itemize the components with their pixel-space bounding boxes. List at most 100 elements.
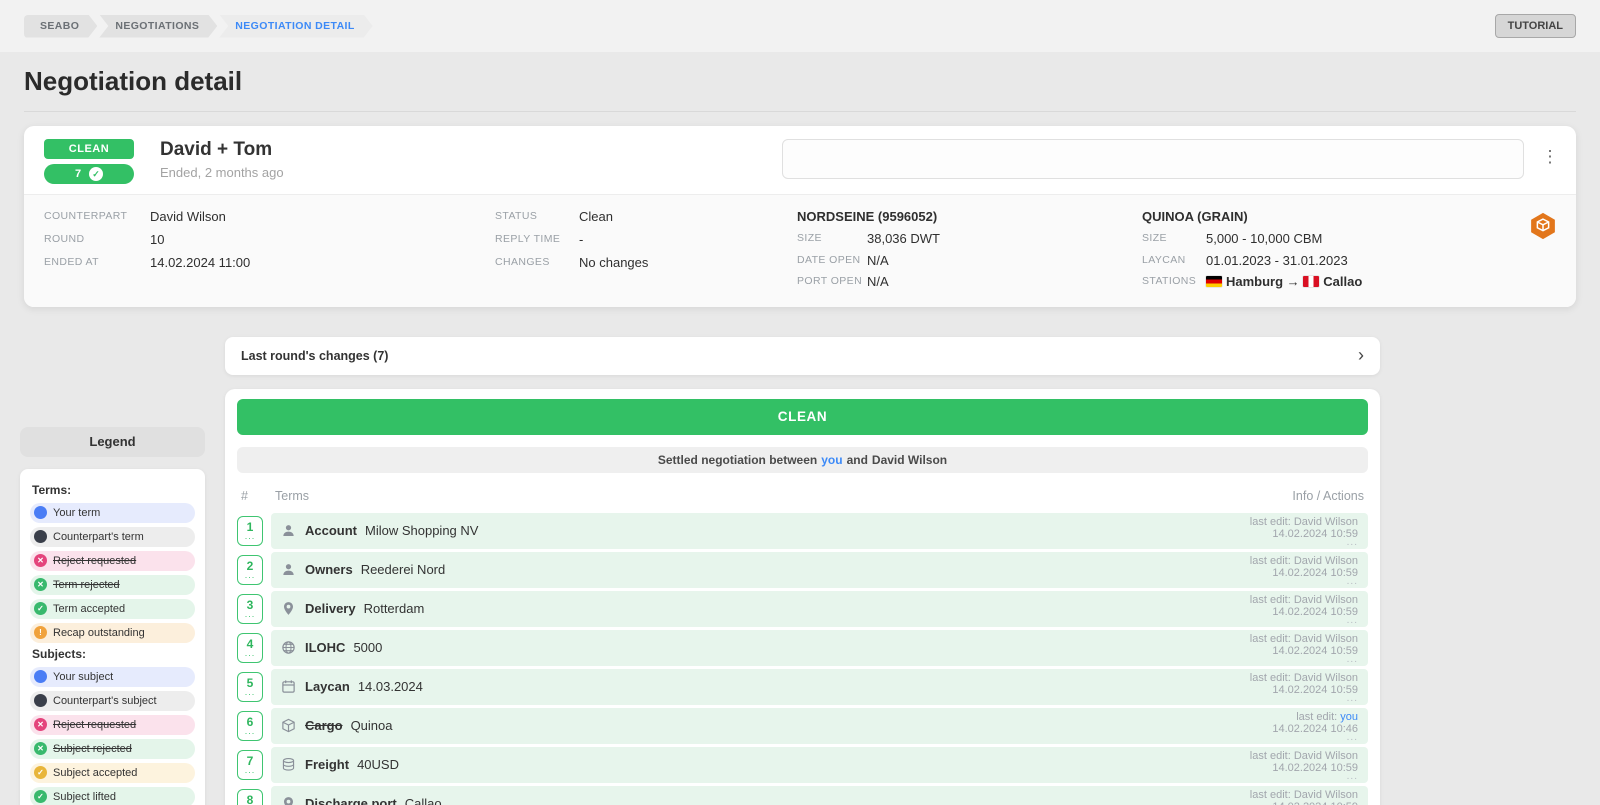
term-number-button[interactable]: 4... — [237, 633, 263, 663]
legend-rejected-icon: ✕ — [34, 742, 47, 755]
term-number-button[interactable]: 1... — [237, 516, 263, 546]
table-row[interactable]: 4... ILOHC5000last edit: David Wilson14.0… — [237, 630, 1368, 666]
detail-label: DATE OPEN — [797, 250, 867, 272]
negotiation-main-column: Last round's changes (7) › CLEAN Settled… — [225, 337, 1380, 805]
legend-item-label: Term rejected — [53, 579, 120, 591]
term-name: Delivery — [305, 601, 356, 616]
edit-author: David Wilson — [1294, 789, 1358, 801]
kebab-menu-icon[interactable]: ⋮ — [1540, 147, 1560, 167]
breadcrumb-item-seabo[interactable]: SEABO — [24, 15, 97, 38]
term-number-dots: ... — [245, 533, 256, 540]
edit-author-line: last edit: David Wilson — [1250, 516, 1358, 528]
term-number-button[interactable]: 3... — [237, 594, 263, 624]
detail-row: DATE OPENN/A — [797, 250, 1132, 272]
legend-item: !Recap outstanding — [30, 623, 195, 643]
row-actions-dots[interactable]: ... — [1250, 774, 1358, 780]
row-actions-dots[interactable]: ... — [1250, 657, 1358, 663]
detail-value: N/A — [867, 250, 889, 272]
tutorial-button[interactable]: TUTORIAL — [1495, 14, 1576, 38]
detail-value: 38,036 DWT — [867, 228, 940, 250]
row-actions-dots[interactable]: ... — [1250, 579, 1358, 585]
legend-item: ✓Term accepted — [30, 599, 195, 619]
detail-label: SIZE — [797, 228, 867, 250]
top-bar: SEABONEGOTIATIONSNEGOTIATION DETAIL TUTO… — [0, 0, 1600, 52]
chevron-right-icon[interactable]: › — [1358, 345, 1364, 366]
legend-item: Your term — [30, 503, 195, 523]
term-number-dots: ... — [245, 728, 256, 735]
last-round-changes-bar[interactable]: Last round's changes (7) › — [225, 337, 1380, 375]
edit-timestamp: 14.02.2024 10:59 — [1250, 528, 1358, 540]
term-number-button[interactable]: 7... — [237, 750, 263, 780]
legend-item-label: Counterpart's subject — [53, 695, 157, 707]
table-row[interactable]: 8... Discharge portCallaolast edit: David… — [237, 786, 1368, 805]
legend-item-label: Counterpart's term — [53, 531, 144, 543]
terms-table-header: # Terms Info / Actions — [241, 489, 1364, 503]
term-value: 14.03.2024 — [358, 679, 423, 694]
detail-value: - — [579, 228, 583, 251]
term-number-button[interactable]: 6... — [237, 711, 263, 741]
term-row-body[interactable]: DeliveryRotterdamlast edit: David Wilson… — [271, 591, 1368, 627]
table-row[interactable]: 5...Laycan14.03.2024last edit: David Wil… — [237, 669, 1368, 705]
detail-row: CHANGESNo changes — [495, 251, 787, 274]
row-actions-dots[interactable]: ... — [1250, 696, 1358, 702]
vessel-details: NORDSEINE (9596052) SIZE38,036 DWTDATE O… — [797, 205, 1132, 293]
column-info-actions: Info / Actions — [1292, 489, 1364, 503]
status-details: STATUSCleanREPLY TIME-CHANGESNo changes — [495, 205, 787, 293]
term-row-body[interactable]: CargoQuinoalast edit: you14.02.2024 10:4… — [271, 708, 1368, 744]
table-row[interactable]: 7... Freight40USDlast edit: David Wilson1… — [237, 747, 1368, 783]
box-icon — [281, 718, 297, 734]
negotiation-summary-card: CLEAN 7 ✓ David + Tom Ended, 2 months ag… — [24, 126, 1576, 307]
legend-reject-requested-icon: ✕ — [34, 554, 47, 567]
term-name: Discharge port — [305, 796, 397, 805]
legend-sidebar: Legend Terms:Your termCounterpart's term… — [20, 427, 205, 805]
term-number-button[interactable]: 5... — [237, 672, 263, 702]
legend-your-icon — [34, 670, 47, 683]
term-row-body[interactable]: ILOHC5000last edit: David Wilson14.02.20… — [271, 630, 1368, 666]
term-number-button[interactable]: 2... — [237, 555, 263, 585]
coins-icon — [281, 757, 297, 773]
legend-item-label: Your subject — [53, 671, 113, 683]
legend-item-label: Recap outstanding — [53, 627, 145, 639]
detail-row: SIZE38,036 DWT — [797, 228, 1132, 250]
vessel-title: NORDSEINE (9596052) — [797, 205, 1132, 228]
legend-subject-accepted-icon: ✓ — [34, 766, 47, 779]
person-icon — [281, 523, 297, 539]
row-actions-dots[interactable]: ... — [1272, 735, 1358, 741]
edit-author: David Wilson — [1294, 633, 1358, 645]
table-row[interactable]: 3... DeliveryRotterdamlast edit: David Wi… — [237, 591, 1368, 627]
table-row[interactable]: 2... OwnersReederei Nordlast edit: David … — [237, 552, 1368, 588]
edit-author: David Wilson — [1294, 516, 1358, 528]
detail-value: No changes — [579, 251, 648, 274]
legend-item: ✕Term rejected — [30, 575, 195, 595]
detail-row: STATIONSHamburg → Callao — [1142, 271, 1560, 293]
detail-label: STATUS — [495, 205, 579, 228]
detail-label: PORT OPEN — [797, 271, 867, 293]
row-actions-dots[interactable]: ... — [1250, 618, 1358, 624]
terms-rows: 1... AccountMilow Shopping NVlast edit: D… — [237, 513, 1368, 805]
term-row-body[interactable]: AccountMilow Shopping NVlast edit: David… — [271, 513, 1368, 549]
term-number-button[interactable]: 8... — [237, 789, 263, 805]
edit-author-line: last edit: David Wilson — [1250, 672, 1358, 684]
legend-counterpart-icon — [34, 694, 47, 707]
legend-item: ✓Subject lifted — [30, 787, 195, 805]
table-row[interactable]: 1... AccountMilow Shopping NVlast edit: D… — [237, 513, 1368, 549]
flag-pe-icon — [1303, 276, 1319, 287]
term-row-body[interactable]: Laycan14.03.2024last edit: David Wilson1… — [271, 669, 1368, 705]
breadcrumb: SEABONEGOTIATIONSNEGOTIATION DETAIL — [24, 15, 375, 38]
comment-input[interactable] — [782, 139, 1524, 179]
breadcrumb-item-negotiations[interactable]: NEGOTIATIONS — [99, 15, 217, 38]
clean-status-banner: CLEAN — [237, 399, 1368, 435]
row-actions-dots[interactable]: ... — [1250, 540, 1358, 546]
term-edit-info: last edit: David Wilson14.02.2024 10:59.… — [1250, 555, 1358, 585]
table-row[interactable]: 6... CargoQuinoalast edit: you14.02.2024 … — [237, 708, 1368, 744]
term-row-body[interactable]: OwnersReederei Nordlast edit: David Wils… — [271, 552, 1368, 588]
term-edit-info: last edit: David Wilson14.02.2024 10:59.… — [1250, 672, 1358, 702]
content-area: Legend Terms:Your termCounterpart's term… — [20, 337, 1600, 805]
term-row-body[interactable]: Discharge portCallaolast edit: David Wil… — [271, 786, 1368, 805]
term-name: Account — [305, 523, 357, 538]
term-edit-info: last edit: David Wilson14.02.2024 10:59.… — [1250, 633, 1358, 663]
breadcrumb-item-negotiation-detail[interactable]: NEGOTIATION DETAIL — [219, 15, 372, 38]
legend-item: ✕Reject requested — [30, 551, 195, 571]
term-row-body[interactable]: Freight40USDlast edit: David Wilson14.02… — [271, 747, 1368, 783]
detail-value: 5,000 - 10,000 CBM — [1206, 228, 1322, 250]
